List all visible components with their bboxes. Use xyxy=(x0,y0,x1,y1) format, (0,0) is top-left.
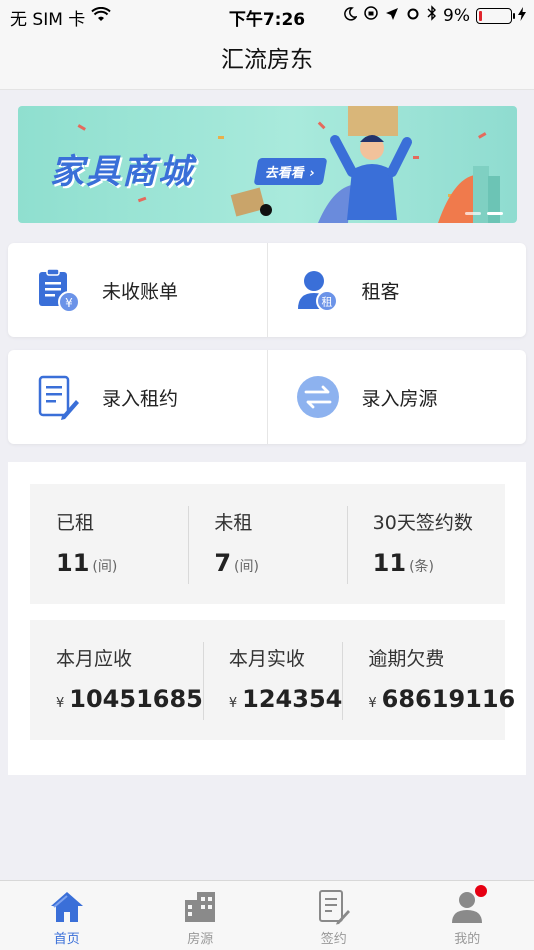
add-lease-label: 录入租约 xyxy=(102,387,179,410)
tab-label: 我的 xyxy=(454,932,481,947)
page-title: 汇流房东 xyxy=(221,47,313,73)
stat-value: 11 xyxy=(372,549,407,577)
currency-symbol: ¥ xyxy=(368,696,377,711)
stat-value: 124354 xyxy=(242,685,343,713)
stat-receivable[interactable]: 本月应收 ¥10451685 xyxy=(30,620,203,740)
tab-label: 签约 xyxy=(320,932,347,947)
stat-received[interactable]: 本月实收 ¥124354 xyxy=(202,620,343,740)
location-icon xyxy=(385,6,399,26)
banner-go-label: 去看看 xyxy=(264,166,306,181)
stat-label: 未租 xyxy=(214,512,253,534)
home-icon xyxy=(48,889,86,925)
notification-badge xyxy=(474,885,487,897)
currency-symbol: ¥ xyxy=(228,696,238,711)
tenants-button[interactable]: 租 租客 xyxy=(266,243,527,337)
tenants-label: 租客 xyxy=(361,280,400,303)
stat-value: 10451685 xyxy=(69,685,203,713)
stat-label: 已租 xyxy=(56,512,95,534)
banner-page-dot-active[interactable] xyxy=(487,212,503,215)
room-stats: 已租 11 (间) 未租 7 (间) 30天签约数 11 (条) xyxy=(30,484,505,604)
svg-text:租: 租 xyxy=(321,296,332,309)
svg-text:¥: ¥ xyxy=(65,296,73,310)
add-property-label: 录入房源 xyxy=(361,387,438,410)
rotation-lock-icon xyxy=(363,5,379,26)
stat-unit: (间) xyxy=(92,559,118,575)
exchange-icon xyxy=(296,373,340,421)
bill-icon: ¥ xyxy=(36,266,80,314)
banner-title: 家具商城 xyxy=(50,152,194,192)
add-lease-button[interactable]: 录入租约 xyxy=(8,350,267,444)
tab-label: 房源 xyxy=(187,932,214,947)
battery-icon xyxy=(476,7,515,24)
banner-person-illustration xyxy=(330,135,412,220)
currency-symbol: ¥ xyxy=(56,696,65,711)
add-property-button[interactable]: 录入房源 xyxy=(266,350,527,444)
stat-value: 7 xyxy=(214,549,232,577)
stat-label: 30天签约数 xyxy=(372,512,473,534)
nav-bar: 汇流房东 xyxy=(0,30,534,90)
stat-unit: (间) xyxy=(234,559,259,575)
stat-unit: (条) xyxy=(409,559,434,575)
tab-home[interactable]: 首页 xyxy=(0,881,134,950)
stat-value: 11 xyxy=(56,549,90,577)
sign-icon xyxy=(315,889,353,925)
promo-banner[interactable]: 家具商城 去看看 › xyxy=(18,106,517,223)
unpaid-bills-label: 未收账单 xyxy=(102,280,179,303)
unpaid-bills-button[interactable]: ¥ 未收账单 xyxy=(8,243,267,337)
contract-edit-icon xyxy=(36,373,80,421)
moon-icon xyxy=(343,6,358,26)
finance-stats: 本月应收 ¥10451685 本月实收 ¥124354 逾期欠费 ¥686191… xyxy=(30,620,515,740)
quick-actions-row-1: ¥ 未收账单 租 租客 xyxy=(8,243,526,337)
banner-dot xyxy=(260,204,272,216)
stat-overdue[interactable]: 逾期欠费 ¥68619116 xyxy=(342,620,515,740)
stat-value: 68619116 xyxy=(381,685,516,713)
alarm-icon xyxy=(405,5,421,26)
building-icon xyxy=(181,889,219,925)
stat-signed-30d[interactable]: 30天签约数 11 (条) xyxy=(346,484,505,604)
banner-go-button[interactable]: 去看看 › xyxy=(253,158,328,185)
status-bar: 无 SIM 卡 下午7:26 9% xyxy=(0,0,534,30)
charging-icon xyxy=(518,6,526,26)
stats-panel: 已租 11 (间) 未租 7 (间) 30天签约数 11 (条) 本月应收 ¥1045… xyxy=(8,462,526,775)
banner-page-dot[interactable] xyxy=(465,212,481,215)
bluetooth-icon xyxy=(427,5,437,26)
tab-profile[interactable]: 我的 xyxy=(401,881,534,950)
stat-label: 本月实收 xyxy=(228,648,305,670)
stat-rented[interactable]: 已租 11 (间) xyxy=(30,484,188,604)
tab-sign[interactable]: 签约 xyxy=(267,881,401,950)
stat-label: 本月应收 xyxy=(56,648,133,670)
tenant-icon: 租 xyxy=(296,266,340,314)
battery-percent: 9% xyxy=(443,5,470,26)
stat-vacant[interactable]: 未租 7 (间) xyxy=(188,484,346,604)
tab-properties[interactable]: 房源 xyxy=(134,881,268,950)
tab-label: 首页 xyxy=(53,932,80,947)
banner-pagination[interactable] xyxy=(465,212,503,215)
quick-actions-row-2: 录入租约 录入房源 xyxy=(8,350,526,444)
stat-label: 逾期欠费 xyxy=(368,648,445,670)
tab-bar: 首页 房源 签约 我的 xyxy=(0,880,534,950)
